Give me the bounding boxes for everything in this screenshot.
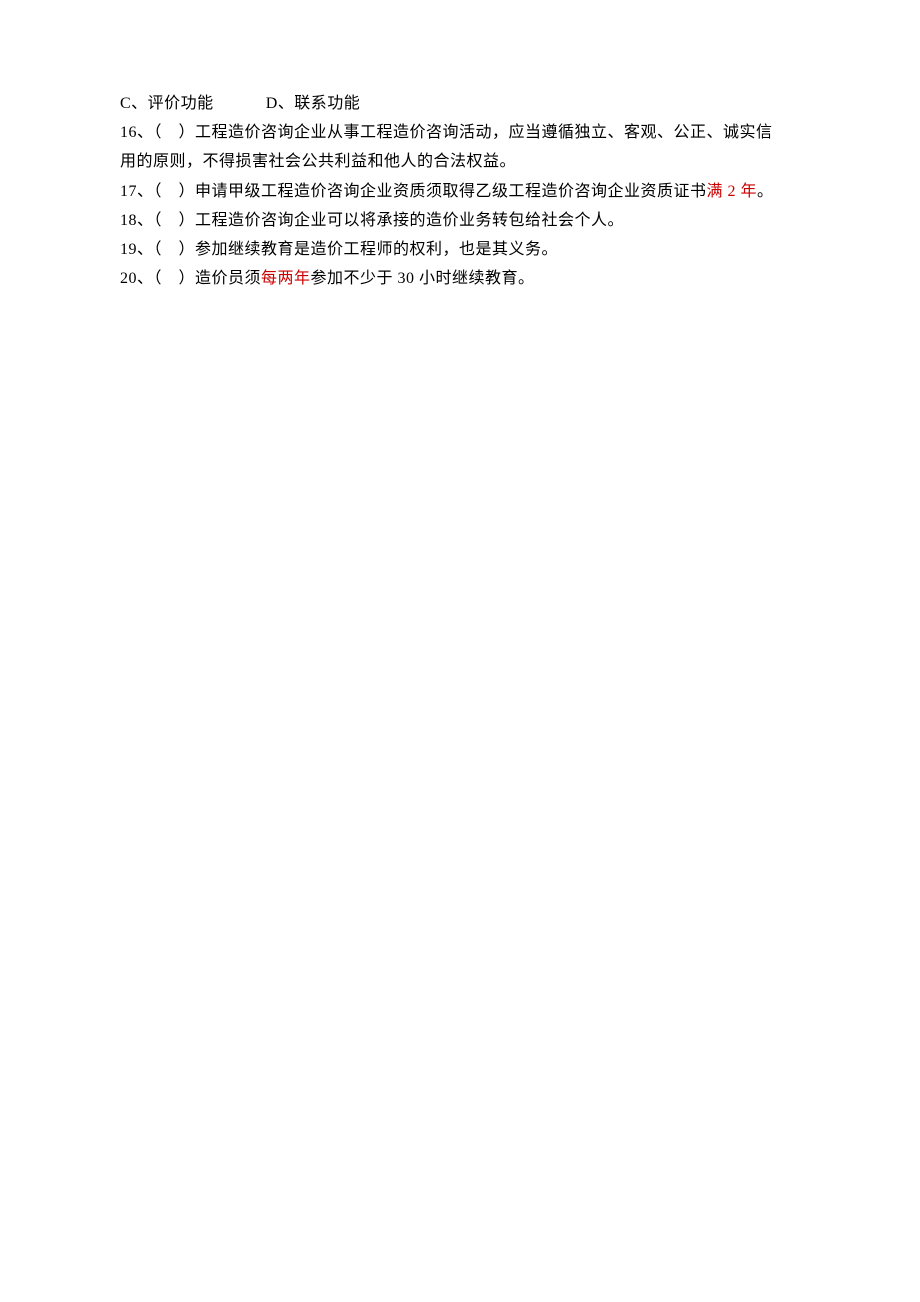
document-body: C、评价功能 D、联系功能 16、（ ）工程造价咨询企业从事工程造价咨询活动，应当… [120, 90, 800, 292]
question-18: 18、（ ）工程造价咨询企业可以将承接的造价业务转包给社会个人。 [120, 207, 800, 234]
question-20-highlight: 每两年 [261, 270, 311, 287]
question-20: 20、（ ）造价员须每两年参加不少于 30 小时继续教育。 [120, 265, 800, 292]
question-17-suffix: 。 [757, 183, 774, 200]
question-20-suffix: 参加不少于 30 小时继续教育。 [311, 270, 535, 287]
question-16-line2: 用的原则，不得损害社会公共利益和他人的合法权益。 [120, 148, 800, 175]
question-19: 19、（ ）参加继续教育是造价工程师的权利，也是其义务。 [120, 236, 800, 263]
question-17-highlight: 满 2 年 [707, 183, 758, 200]
question-20-prefix: 20、（ ）造价员须 [120, 270, 261, 287]
option-d: D、联系功能 [266, 95, 361, 112]
question-17: 17、（ ）申请甲级工程造价咨询企业资质须取得乙级工程造价咨询企业资质证书满 2… [120, 178, 800, 205]
question-16-line1: 16、（ ）工程造价咨询企业从事工程造价咨询活动，应当遵循独立、客观、公正、诚实… [120, 119, 800, 146]
option-line: C、评价功能 D、联系功能 [120, 90, 800, 117]
option-c: C、评价功能 [120, 95, 214, 112]
question-17-prefix: 17、（ ）申请甲级工程造价咨询企业资质须取得乙级工程造价咨询企业资质证书 [120, 183, 707, 200]
